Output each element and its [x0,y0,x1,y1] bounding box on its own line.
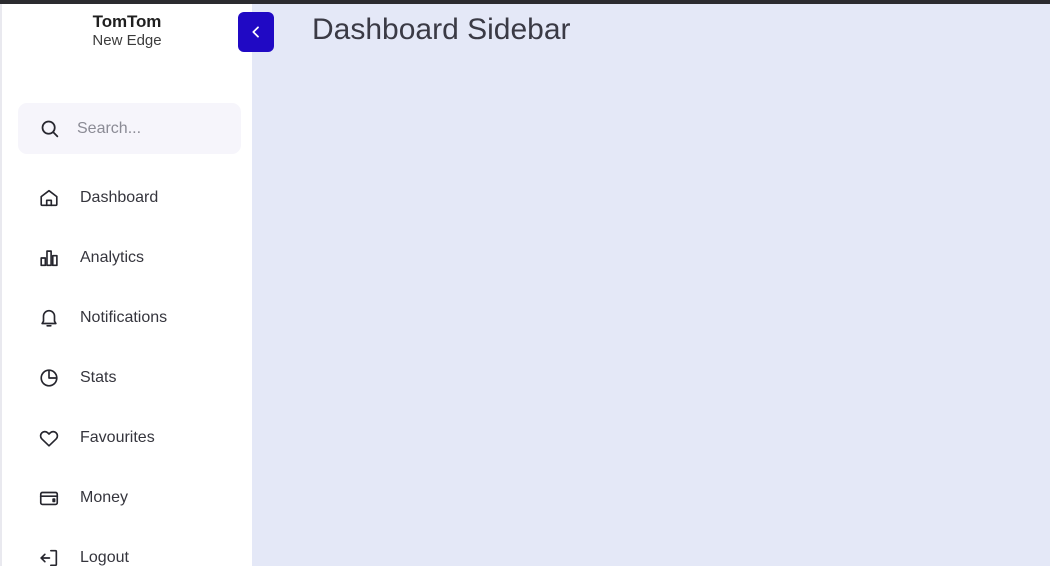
logout-icon [38,547,60,566]
brand-name: TomTom [92,12,162,31]
sidebar-item-analytics[interactable]: Analytics [2,228,254,288]
sidebar-item-label: Notifications [80,309,168,326]
home-icon [38,187,60,209]
brand-logo: TomTom New Edge [2,4,252,49]
main-content: Dashboard Sidebar [252,4,1050,566]
sidebar-item-label: Logout [80,549,129,566]
search-input[interactable] [77,119,227,138]
sidebar-nav: Dashboard Analytics Notifications Stats … [2,168,254,566]
browser-top-strip [0,0,1050,4]
sidebar-item-label: Money [80,489,129,506]
sidebar-item-label: Favourites [80,429,155,446]
chevron-left-icon [248,24,264,40]
sidebar-item-favourites[interactable]: Favourites [2,408,254,468]
pie-chart-icon [38,367,60,389]
sidebar-item-label: Analytics [80,249,145,266]
content-body [252,64,1050,566]
sidebar-item-label: Stats [80,369,117,386]
sidebar-item-dashboard[interactable]: Dashboard [2,168,254,228]
sidebar-collapse-button[interactable] [238,12,274,52]
sidebar-item-money[interactable]: Money [2,468,254,528]
search-icon [39,118,60,139]
sidebar-item-logout[interactable]: Logout [2,528,254,566]
brand-subtitle: New Edge [92,32,162,50]
heart-icon [38,427,60,449]
bell-icon [38,307,60,329]
sidebar: TomTom New Edge Dashboard [0,4,274,566]
page-title: Dashboard Sidebar [312,13,571,46]
search-box[interactable] [18,103,241,154]
sidebar-item-label: Dashboard [80,189,159,206]
wallet-icon [38,487,60,509]
sidebar-item-notifications[interactable]: Notifications [2,288,254,348]
sidebar-item-stats[interactable]: Stats [2,348,254,408]
app-shell: TomTom New Edge Dashboard [0,4,1050,566]
bar-chart-icon [38,247,60,269]
